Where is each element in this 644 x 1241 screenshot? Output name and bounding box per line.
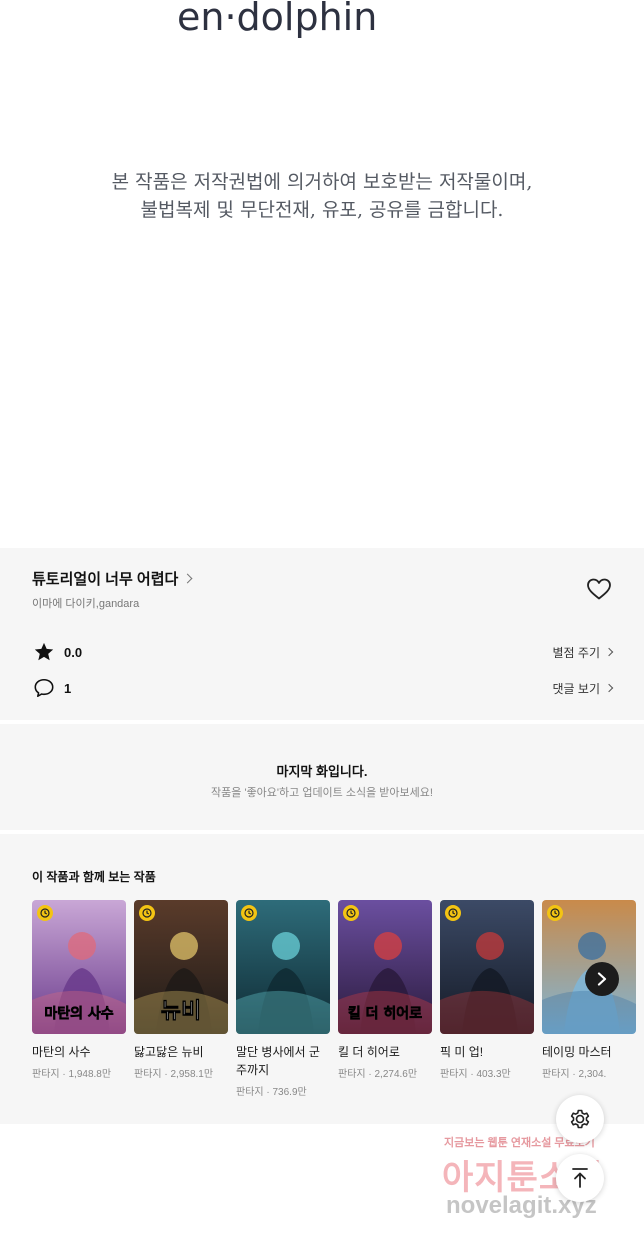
end-notice: 마지막 화입니다. 작품을 '좋아요'하고 업데이트 소식을 받아보세요! xyxy=(0,724,644,830)
rec-card[interactable]: 뉴비 닳고닳은 뉴비 판타지 · 2,958.1만 xyxy=(134,900,228,1080)
clock-icon xyxy=(547,905,563,921)
settings-button[interactable] xyxy=(556,1095,604,1143)
rec-title: 마탄의 사수 xyxy=(32,1045,91,1059)
view-comments-button[interactable]: 댓글 보기 xyxy=(552,680,614,697)
view-comments-label: 댓글 보기 xyxy=(552,681,601,696)
clock-icon xyxy=(343,905,359,921)
rec-title: 닳고닳은 뉴비 xyxy=(134,1045,204,1059)
chevron-right-icon xyxy=(604,647,614,657)
series-authors: 이마에 다이키,gandara xyxy=(32,598,140,610)
rec-title: 말단 병사에서 군주까지 xyxy=(236,1045,320,1077)
scroll-top-button[interactable] xyxy=(556,1154,604,1202)
rec-meta: 판타지 · 2,958.1만 xyxy=(134,1069,214,1080)
rate-button-label: 별점 주기 xyxy=(552,645,601,660)
heart-icon[interactable] xyxy=(586,577,612,601)
rec-title: 픽 미 업! xyxy=(440,1045,484,1059)
recommendations-carousel: 마탄의 사수 마탄의 사수 판타지 · 1,948.8만 뉴비 닳고닳은 뉴비 … xyxy=(32,900,644,1124)
rec-meta: 판타지 · 2,274.6만 xyxy=(338,1069,418,1080)
chevron-right-icon xyxy=(604,683,614,693)
series-info: 튜토리얼이 너무 어렵다 이마에 다이키,gandara 0.0 별점 주기 1… xyxy=(0,548,644,720)
end-notice-subtitle: 작품을 '좋아요'하고 업데이트 소식을 받아보세요! xyxy=(211,787,433,799)
rec-meta: 판타지 · 2,304. xyxy=(542,1069,607,1080)
comments-row: 1 댓글 보기 xyxy=(32,676,614,700)
rec-meta: 판타지 · 403.3만 xyxy=(440,1069,511,1080)
clock-icon xyxy=(241,905,257,921)
rec-cover-title: 마탄의 사수 xyxy=(44,1005,113,1022)
copyright-line-2: 불법복제 및 무단전재, 유포, 공유를 금합니다. xyxy=(140,199,504,221)
series-title-link[interactable]: 튜토리얼이 너무 어렵다 xyxy=(32,568,193,589)
brand-logo: en·dolphin xyxy=(0,0,644,48)
rec-title: 킬 더 히어로 xyxy=(338,1045,400,1059)
recommendations-section: 이 작품과 함께 보는 작품 마탄의 사수 마탄의 사수 판타지 · 1,948… xyxy=(0,834,644,1124)
rec-title: 테이밍 마스터 xyxy=(542,1045,612,1059)
comment-icon xyxy=(32,676,56,700)
rec-meta: 판타지 · 1,948.8만 xyxy=(32,1069,112,1080)
rec-card[interactable]: 킬 더 히어로 킬 더 히어로 판타지 · 2,274.6만 xyxy=(338,900,432,1080)
rec-cover: 뉴비 xyxy=(134,900,228,1034)
rec-card[interactable]: 마탄의 사수 마탄의 사수 판타지 · 1,948.8만 xyxy=(32,900,126,1080)
rec-cover-title: 킬 더 히어로 xyxy=(348,1005,422,1022)
gear-icon xyxy=(570,1109,590,1129)
rec-card[interactable]: 말단 병사에서 군주까지 판타지 · 736.9만 xyxy=(236,900,330,1098)
copyright-panel: en·dolphin 본 작품은 저작권법에 의거하여 보호받는 저작물이며, … xyxy=(0,0,644,548)
end-notice-title: 마지막 화입니다. xyxy=(276,764,368,779)
recommendations-heading: 이 작품과 함께 보는 작품 xyxy=(32,870,156,884)
watermark: 지금보는 웹툰 연재소설 무료보기 아지툰소설 novelagit.xyz xyxy=(440,1130,640,1230)
chevron-right-icon xyxy=(182,573,193,584)
comment-count: 1 xyxy=(64,680,72,696)
clock-icon xyxy=(139,905,155,921)
rate-button[interactable]: 별점 주기 xyxy=(552,644,614,661)
rec-cover xyxy=(236,900,330,1034)
rec-card[interactable]: 픽 미 업! 판타지 · 403.3만 xyxy=(440,900,534,1080)
rating-row: 0.0 별점 주기 xyxy=(32,640,614,664)
rating-value: 0.0 xyxy=(64,644,83,660)
star-icon xyxy=(32,640,56,664)
rec-cover: 마탄의 사수 xyxy=(32,900,126,1034)
rec-cover-title: 뉴비 xyxy=(161,999,201,1024)
clock-icon xyxy=(37,905,53,921)
clock-icon xyxy=(445,905,461,921)
arrow-up-icon xyxy=(572,1168,588,1188)
series-title: 튜토리얼이 너무 어렵다 xyxy=(32,571,179,588)
svg-text:en·dolphin: en·dolphin xyxy=(177,0,377,39)
carousel-next-button[interactable] xyxy=(585,962,619,996)
copyright-notice: 본 작품은 저작권법에 의거하여 보호받는 저작물이며, 불법복제 및 무단전재… xyxy=(0,168,644,224)
rec-meta: 판타지 · 736.9만 xyxy=(236,1087,307,1098)
rec-cover xyxy=(440,900,534,1034)
copyright-line-1: 본 작품은 저작권법에 의거하여 보호받는 저작물이며, xyxy=(111,171,533,193)
rec-cover: 킬 더 히어로 xyxy=(338,900,432,1034)
chevron-right-icon xyxy=(597,972,607,986)
